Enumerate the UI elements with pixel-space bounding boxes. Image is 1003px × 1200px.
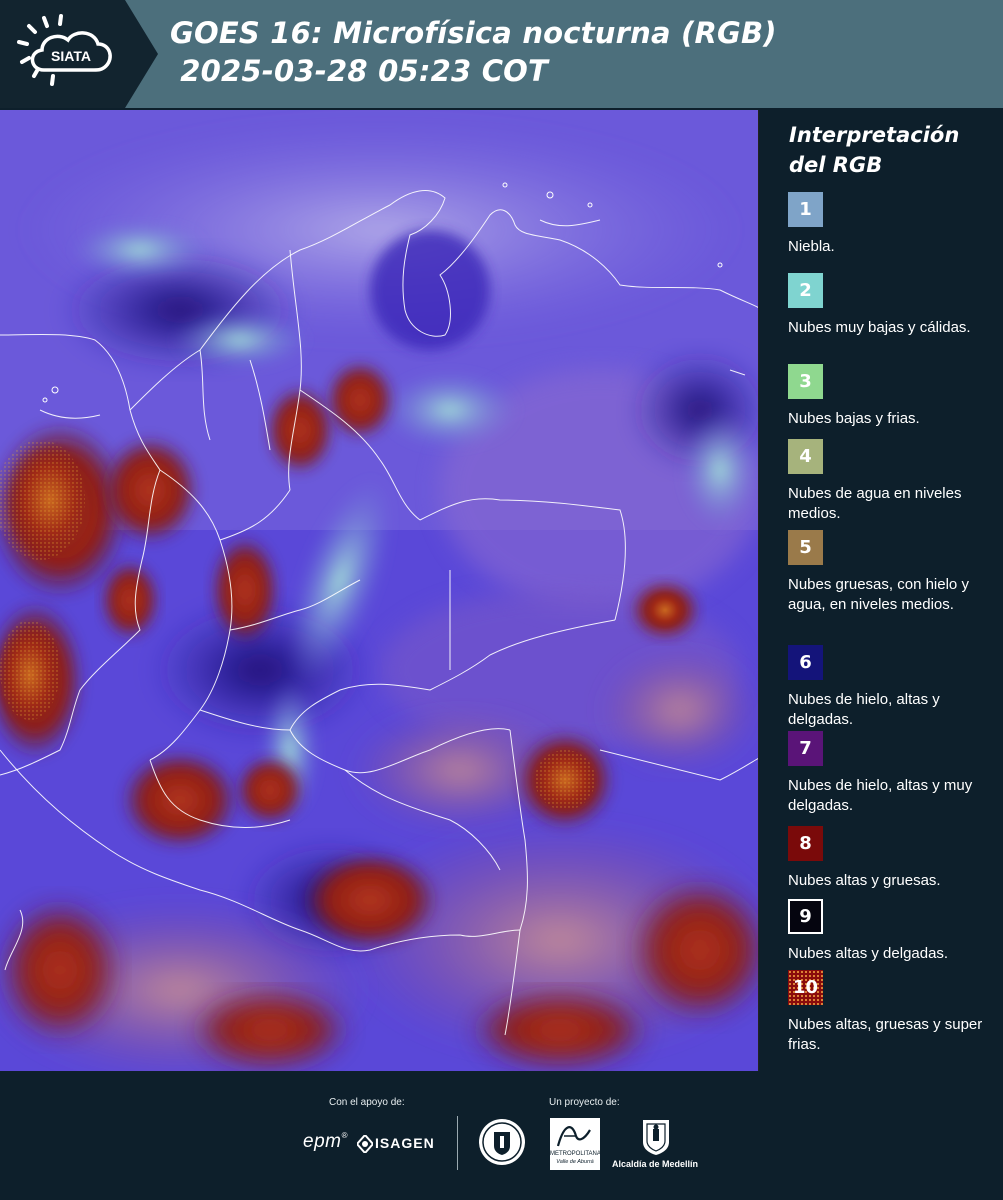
page-title: GOES 16: Microfísica nocturna (RGB) 2025… xyxy=(170,14,777,90)
epm-text: epm xyxy=(303,1131,342,1152)
legend-item: 9 Nubes altas y delgadas. xyxy=(788,899,993,964)
alcaldia-text: Alcaldía de Medellín xyxy=(612,1159,699,1169)
legend-item: 3 Nubes bajas y frias. xyxy=(788,364,993,429)
area-metro-subtitle: Valle de Aburrá xyxy=(556,1159,594,1165)
legend-label: Nubes de agua en niveles medios. xyxy=(788,485,962,522)
satellite-map[interactable] xyxy=(0,110,759,1071)
isagen-logo: ISAGEN xyxy=(357,1133,439,1155)
legend-item: 7 Nubes de hielo, altas y muy delgadas. xyxy=(788,731,993,816)
legend-item: 2 Nubes muy bajas y cálidas. xyxy=(788,273,993,338)
alcaldia-shield-logo xyxy=(641,1118,671,1156)
legend-label: Nubes altas y delgadas. xyxy=(788,945,949,962)
legend-label: Niebla. xyxy=(788,238,835,255)
title-line-datetime: 2025-03-28 05:23 COT xyxy=(170,54,549,88)
legend-item: 10 Nubes altas, gruesas y super frias. xyxy=(788,970,993,1055)
area-metro-name: METROPOLITANA xyxy=(550,1151,601,1157)
isagen-text: ISAGEN xyxy=(375,1135,435,1151)
legend-swatch: 5 xyxy=(788,530,823,565)
legend-swatch: 9 xyxy=(788,899,823,934)
legend-item: 5 Nubes gruesas, con hielo y agua, en niv… xyxy=(788,530,993,615)
legend-label: Nubes de hielo, altas y delgadas. xyxy=(788,691,940,728)
legend-swatch: 1 xyxy=(788,192,823,227)
header-bar: SIATA GOES 16: Microfísica nocturna (RGB… xyxy=(0,0,1003,108)
legend-swatch: 2 xyxy=(788,273,823,308)
university-seal-logo xyxy=(478,1118,526,1166)
project-caption: Un proyecto de: xyxy=(549,1097,620,1108)
area-metropolitana-logo: METROPOLITANA Valle de Aburrá xyxy=(550,1118,601,1170)
footer-divider xyxy=(457,1116,458,1170)
legend-label: Nubes altas y gruesas. xyxy=(788,872,941,889)
title-line-product: GOES 16: Microfísica nocturna (RGB) xyxy=(170,16,777,50)
legend-swatch: 7 xyxy=(788,731,823,766)
legend-label: Nubes gruesas, con hielo y agua, en nive… xyxy=(788,576,969,613)
satellite-rgb-image xyxy=(0,110,758,1071)
siata-logo: SIATA xyxy=(0,0,158,108)
legend-swatch: 8 xyxy=(788,826,823,861)
legend-label: Nubes de hielo, altas y muy delgadas. xyxy=(788,777,973,814)
legend-item: 1 Niebla. xyxy=(788,192,993,257)
legend-swatch: 6 xyxy=(788,645,823,680)
legend-swatch: 3 xyxy=(788,364,823,399)
epm-logo: epm® xyxy=(303,1131,348,1152)
isagen-mark-icon xyxy=(357,1135,373,1153)
support-caption: Con el apoyo de: xyxy=(329,1097,405,1108)
legend-swatch: 4 xyxy=(788,439,823,474)
area-script-mark-icon xyxy=(556,1126,591,1147)
legend-label: Nubes bajas y frias. xyxy=(788,410,920,427)
legend-title: Interpretación del RGB xyxy=(789,123,960,177)
legend-item: 4 Nubes de agua en niveles medios. xyxy=(788,439,993,524)
legend-item: 6 Nubes de hielo, altas y delgadas. xyxy=(788,645,993,730)
legend-swatch: 10 xyxy=(788,970,823,1005)
legend-item: 8 Nubes altas y gruesas. xyxy=(788,826,993,891)
legend-panel: Interpretación del RGB 1 Niebla. 2 Nubes mu… xyxy=(759,108,1003,1071)
footer-bar: Con el apoyo de: Un proyecto de: epm® IS… xyxy=(0,1071,1003,1200)
logo-text: SIATA xyxy=(51,48,91,64)
legend-label: Nubes muy bajas y cálidas. xyxy=(788,319,971,336)
legend-label: Nubes altas, gruesas y super frias. xyxy=(788,1016,983,1053)
